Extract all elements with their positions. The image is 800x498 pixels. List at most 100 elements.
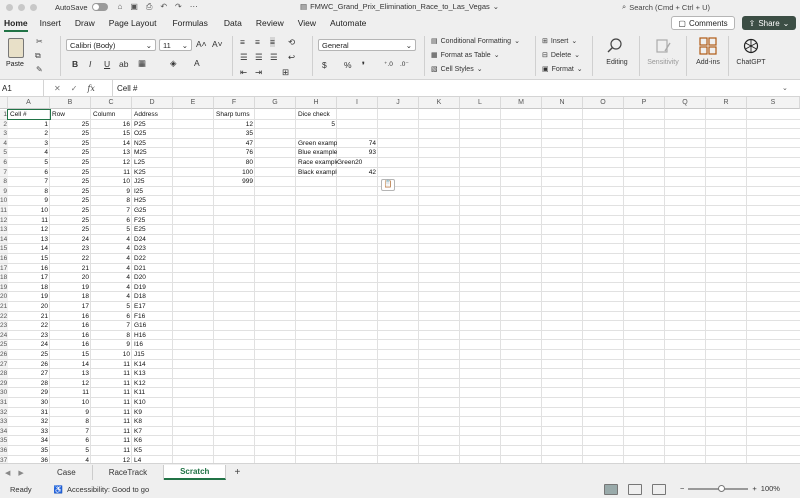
row-header[interactable]: 19: [0, 282, 8, 293]
sheet-tab-racetrack[interactable]: RaceTrack: [93, 465, 165, 480]
column-header[interactable]: P: [624, 97, 665, 109]
example-label-cell[interactable]: Race example: [296, 158, 337, 168]
selected-cell[interactable]: [7, 109, 51, 120]
cell-column[interactable]: 4: [91, 235, 132, 245]
cell-column[interactable]: 14: [91, 139, 132, 149]
column-header[interactable]: A: [8, 97, 50, 109]
cell-number[interactable]: 4: [8, 148, 50, 158]
tab-formulas[interactable]: Formulas: [172, 14, 207, 32]
cell-number[interactable]: 36: [8, 456, 50, 463]
row-header[interactable]: 7: [0, 167, 8, 178]
cell-row[interactable]: 25: [50, 120, 91, 130]
row-header[interactable]: 5: [0, 148, 8, 158]
cell-number[interactable]: 23: [8, 331, 50, 341]
cell-address[interactable]: H16: [132, 331, 173, 341]
cell-number[interactable]: 12: [8, 225, 50, 235]
comments-button[interactable]: ▢ Comments: [671, 16, 735, 30]
cell-address[interactable]: K14: [132, 360, 173, 370]
page-break-view-button[interactable]: [652, 484, 666, 495]
cell-address[interactable]: D24: [132, 235, 173, 245]
cell-row[interactable]: 6: [50, 436, 91, 446]
row-header[interactable]: 33: [0, 417, 8, 427]
decrease-decimal-icon[interactable]: .0⁻: [400, 60, 409, 68]
cell-number[interactable]: 2: [8, 129, 50, 139]
share-button[interactable]: ⇪ Share ⌄: [742, 16, 796, 30]
cell-row[interactable]: 16: [50, 340, 91, 350]
indent-icon[interactable]: ⇤: [240, 67, 247, 78]
cell-address[interactable]: D19: [132, 283, 173, 293]
close-window-button[interactable]: [6, 3, 13, 11]
cell-row[interactable]: 19: [50, 283, 91, 293]
header-cell[interactable]: Address: [132, 110, 173, 120]
font-name-dropdown[interactable]: Calibri (Body) ⌄: [66, 39, 156, 51]
column-header[interactable]: G: [255, 97, 296, 109]
sheet-tab-scratch[interactable]: Scratch: [164, 465, 227, 480]
sharp-turn-cell[interactable]: 47: [214, 139, 255, 149]
zoom-in-icon[interactable]: +: [752, 484, 756, 493]
row-header[interactable]: 18: [0, 273, 8, 283]
cell-number[interactable]: 35: [8, 446, 50, 456]
cell-column[interactable]: 12: [91, 456, 132, 463]
select-all-corner[interactable]: [0, 97, 8, 109]
cell-address[interactable]: K25: [132, 168, 173, 178]
cell-address[interactable]: E25: [132, 225, 173, 235]
tab-page-layout[interactable]: Page Layout: [109, 14, 157, 32]
row-header[interactable]: 32: [0, 407, 8, 418]
search-box[interactable]: ⌕ Search (Cmd + Ctrl + U): [622, 1, 794, 13]
column-header[interactable]: J: [378, 97, 419, 109]
cell-column[interactable]: 4: [91, 292, 132, 302]
column-header[interactable]: E: [173, 97, 214, 109]
column-header[interactable]: I: [337, 97, 378, 109]
cell-column[interactable]: 4: [91, 264, 132, 274]
font-color-icon[interactable]: A: [194, 58, 200, 68]
cell-address[interactable]: N25: [132, 139, 173, 149]
cell-column[interactable]: 16: [91, 120, 132, 130]
cell-column[interactable]: 10: [91, 177, 132, 187]
merge-icon[interactable]: ⊞: [282, 67, 289, 78]
cell-address[interactable]: F16: [132, 312, 173, 322]
cell-row[interactable]: 8: [50, 417, 91, 427]
formula-input[interactable]: Cell #: [112, 79, 782, 97]
cell-row[interactable]: 25: [50, 129, 91, 139]
row-header[interactable]: 17: [0, 263, 8, 274]
row-header[interactable]: 16: [0, 254, 8, 264]
cell-column[interactable]: 4: [91, 273, 132, 283]
tab-home[interactable]: Home: [4, 14, 28, 32]
zoom-window-button[interactable]: [30, 3, 37, 11]
cell-number[interactable]: 15: [8, 254, 50, 264]
row-header[interactable]: 14: [0, 234, 8, 245]
decrease-font-icon[interactable]: A˅: [212, 39, 223, 49]
cell-address[interactable]: D23: [132, 244, 173, 254]
cell-column[interactable]: 4: [91, 254, 132, 264]
row-header[interactable]: 2: [0, 119, 8, 130]
cell-address[interactable]: J25: [132, 177, 173, 187]
cell-column[interactable]: 9: [91, 187, 132, 197]
cell-row[interactable]: 7: [50, 427, 91, 437]
chevron-down-icon[interactable]: ⌄: [493, 2, 499, 11]
page-layout-view-button[interactable]: [628, 484, 642, 495]
percent-icon[interactable]: %: [344, 60, 352, 70]
cell-number[interactable]: 34: [8, 436, 50, 446]
dice-check-cell[interactable]: 5: [296, 120, 337, 130]
cell-number[interactable]: 33: [8, 427, 50, 437]
cell-number[interactable]: 16: [8, 264, 50, 274]
row-header[interactable]: 10: [0, 196, 8, 206]
tab-view[interactable]: View: [298, 14, 316, 32]
align-left-icon[interactable]: ☰: [240, 52, 248, 63]
cell-address[interactable]: L4: [132, 456, 173, 463]
delete-cells-button[interactable]: ⊟ Delete ⌄: [542, 51, 580, 60]
header-cell[interactable]: Dice check: [296, 110, 337, 120]
cell-number[interactable]: 18: [8, 283, 50, 293]
cell-number[interactable]: 8: [8, 187, 50, 197]
example-value-cell[interactable]: 74: [337, 139, 378, 149]
cell-column[interactable]: 11: [91, 446, 132, 456]
paste-options-icon[interactable]: 📋: [381, 179, 395, 192]
header-cell[interactable]: Column: [91, 110, 132, 120]
align-top-icon[interactable]: ≡: [240, 37, 245, 47]
cell-address[interactable]: F25: [132, 216, 173, 226]
redo-icon[interactable]: ↷: [175, 2, 182, 12]
cell-address[interactable]: H25: [132, 196, 173, 206]
column-header[interactable]: M: [501, 97, 542, 109]
wrap-text-icon[interactable]: ↩: [288, 52, 295, 63]
cell-address[interactable]: K13: [132, 369, 173, 379]
